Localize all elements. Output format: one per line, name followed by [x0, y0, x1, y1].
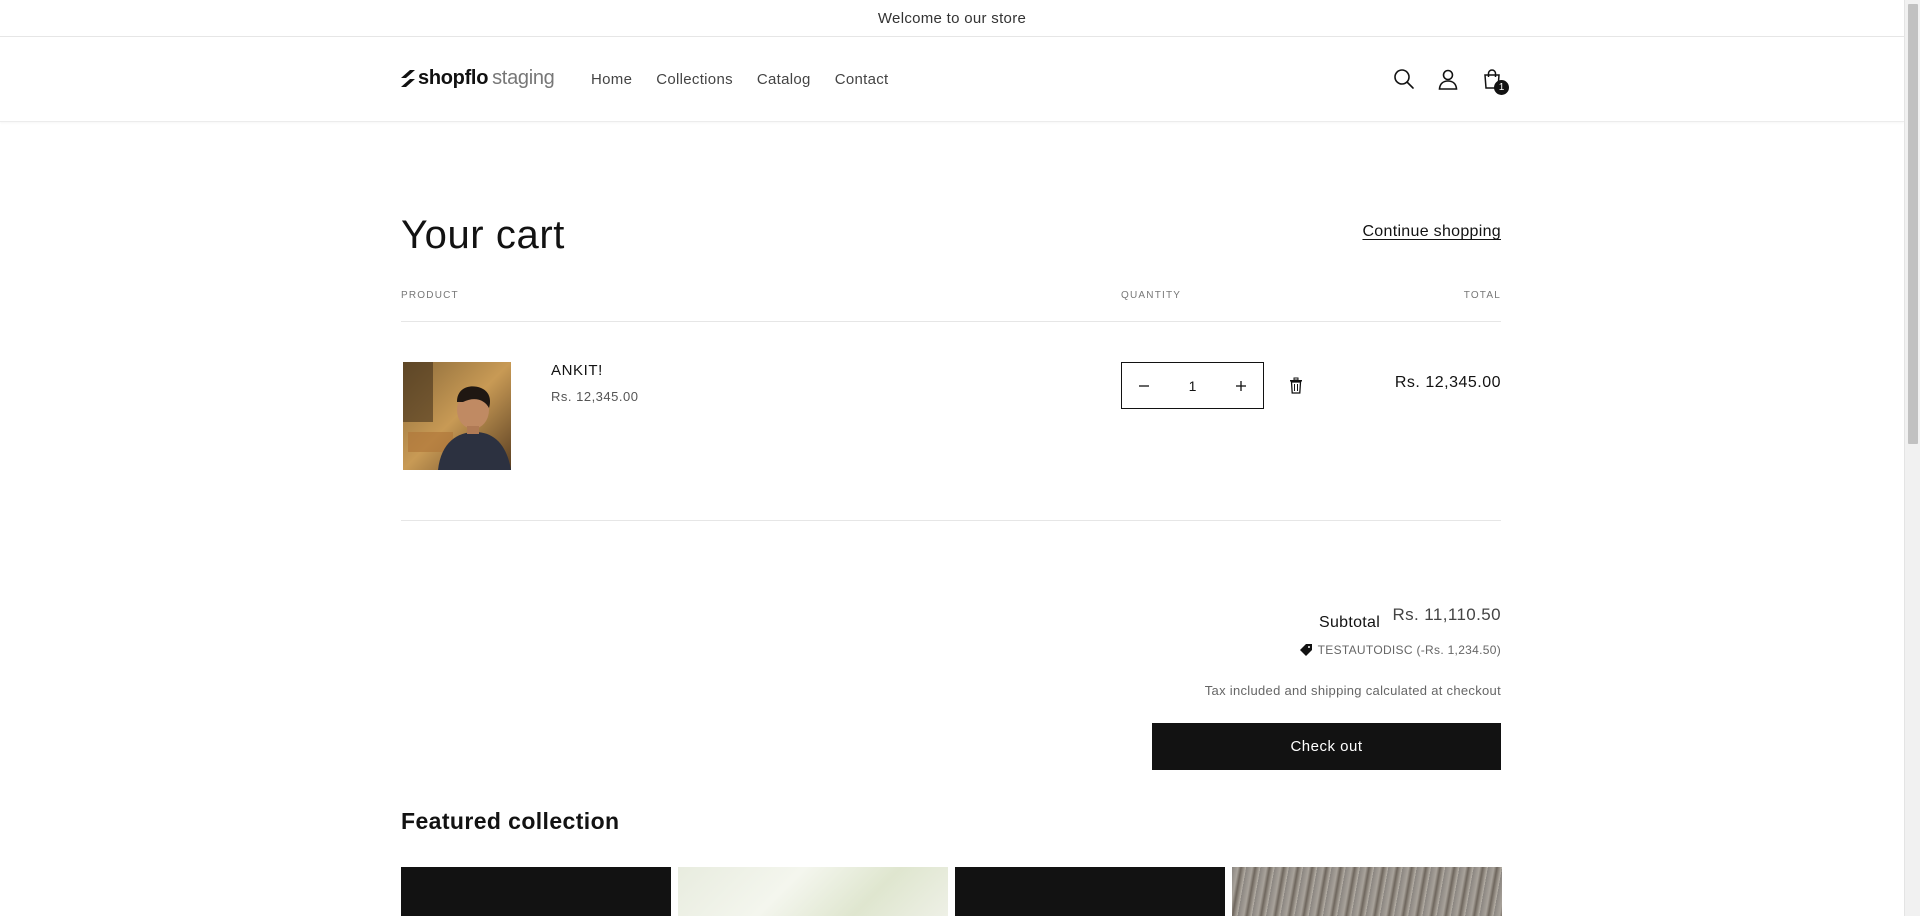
- cart-table-header: PRODUCT QUANTITY TOTAL: [401, 290, 1501, 322]
- page-title: Your cart: [401, 213, 566, 257]
- quantity-input[interactable]: 1: [1189, 378, 1197, 394]
- subtotal-label: Subtotal: [1319, 614, 1381, 631]
- column-header-product: PRODUCT: [401, 290, 459, 301]
- logo-text-suffix: staging: [492, 66, 555, 89]
- product-name-link[interactable]: ANKIT!: [551, 362, 603, 379]
- trash-icon: [1290, 377, 1302, 394]
- nav-link-catalog[interactable]: Catalog: [757, 71, 811, 88]
- logo-text-brand: shopflo: [418, 66, 489, 89]
- nav-link-collections[interactable]: Collections: [656, 71, 733, 88]
- quantity-stepper: 1: [1121, 362, 1264, 409]
- product-card[interactable]: [678, 867, 948, 916]
- store-logo[interactable]: shopflo staging: [401, 67, 555, 89]
- subtotal-value: Rs. 11,110.50: [1392, 605, 1501, 624]
- column-header-quantity: QUANTITY: [1121, 290, 1182, 301]
- column-header-total: TOTAL: [1463, 290, 1501, 301]
- page-scrollbar[interactable]: [1904, 0, 1920, 916]
- account-button[interactable]: [1434, 65, 1462, 93]
- cart-count-badge: 1: [1494, 80, 1509, 95]
- site-header: shopflo staging Home Collections Catalog…: [0, 37, 1904, 122]
- line-item-total: Rs. 12,345.00: [1394, 374, 1501, 391]
- cart-divider: [401, 520, 1501, 521]
- checkout-button[interactable]: Check out: [1152, 723, 1501, 770]
- product-card[interactable]: [401, 867, 671, 916]
- minus-icon: [1139, 384, 1149, 387]
- featured-collection-title: Featured collection: [401, 808, 620, 834]
- quantity-increase-button[interactable]: [1219, 363, 1263, 408]
- nav-link-home[interactable]: Home: [591, 71, 632, 88]
- product-image[interactable]: [403, 362, 511, 470]
- continue-shopping-link[interactable]: Continue shopping: [1362, 223, 1501, 241]
- quantity-decrease-button[interactable]: [1122, 363, 1166, 408]
- search-button[interactable]: [1390, 65, 1418, 93]
- product-card[interactable]: [1232, 867, 1502, 916]
- scrollbar-thumb[interactable]: [1908, 4, 1918, 444]
- tag-icon: [1299, 644, 1312, 656]
- product-card[interactable]: [955, 867, 1225, 916]
- announcement-bar: Welcome to our store: [0, 0, 1904, 37]
- nav-link-contact[interactable]: Contact: [835, 71, 889, 88]
- search-icon: [1394, 69, 1414, 89]
- discount-line: TESTAUTODISC (-Rs. 1,234.50): [1299, 643, 1501, 657]
- product-photo: [403, 362, 511, 470]
- main-nav: Home Collections Catalog Contact: [591, 71, 913, 88]
- remove-item-button[interactable]: [1288, 377, 1304, 395]
- plus-icon: [1235, 380, 1246, 391]
- logo-mark-icon: [401, 69, 415, 87]
- header-icons: 1: [1390, 65, 1522, 95]
- product-unit-price: Rs. 12,345.00: [551, 389, 639, 404]
- account-icon: [1438, 69, 1458, 90]
- discount-text: TESTAUTODISC (-Rs. 1,234.50): [1317, 643, 1501, 657]
- cart-button[interactable]: 1: [1478, 65, 1509, 95]
- tax-note: Tax included and shipping calculated at …: [1204, 683, 1501, 698]
- announcement-text: Welcome to our store: [877, 9, 1027, 27]
